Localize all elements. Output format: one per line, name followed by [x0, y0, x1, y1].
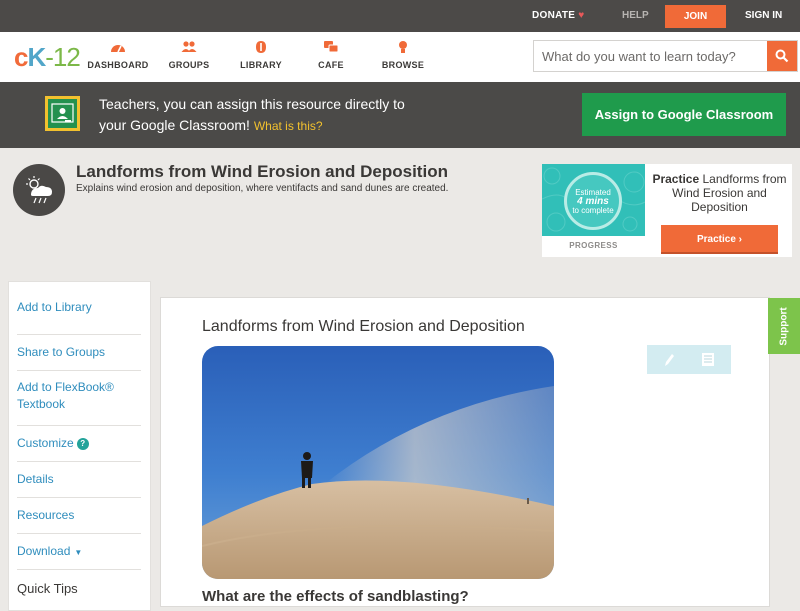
classroom-message: Teachers, you can assign this resource d… — [99, 96, 405, 133]
sidebar-item-add-to-flexbook[interactable]: Add to FlexBook® Textbook — [17, 371, 141, 426]
nav-cafe[interactable]: CAFE — [309, 40, 353, 70]
practice-button[interactable]: Practice › — [661, 225, 778, 254]
nav-browse[interactable]: BROWSE — [378, 40, 428, 70]
caret-down-icon: ▼ — [74, 548, 83, 557]
join-button[interactable]: JOIN — [665, 5, 726, 28]
library-icon — [256, 41, 266, 53]
ck12-logo[interactable]: cK-12 — [14, 40, 81, 74]
search-input[interactable] — [534, 41, 768, 71]
practice-description: Practice Landforms from Wind Erosion and… — [652, 172, 787, 214]
browse-icon — [399, 41, 407, 53]
sand-dune-image — [202, 346, 554, 579]
section-heading: What are the effects of sandblasting? — [202, 588, 469, 605]
lesson-content: Landforms from Wind Erosion and Depositi… — [160, 297, 770, 607]
top-bar: DONATE ♥ HELP JOIN SIGN IN — [0, 0, 800, 32]
google-classroom-banner: Teachers, you can assign this resource d… — [0, 82, 800, 148]
content-title: Landforms from Wind Erosion and Depositi… — [202, 318, 525, 335]
google-classroom-icon — [45, 96, 80, 131]
sidebar: Add to Library Share to Groups Add to Fl… — [8, 281, 151, 611]
estimated-time-badge: Estimated 4 mins to complete — [564, 172, 622, 230]
progress-label: PROGRESS — [569, 241, 618, 250]
sidebar-item-add-to-library[interactable]: Add to Library — [17, 299, 141, 335]
sidebar-item-resources[interactable]: Resources — [17, 498, 141, 534]
help-link[interactable]: HELP — [622, 10, 649, 21]
practice-card: Estimated 4 mins to complete PROGRESS Pr… — [542, 164, 792, 257]
sign-in-link[interactable]: SIGN IN — [745, 10, 782, 21]
search-box — [533, 40, 798, 72]
sidebar-item-details[interactable]: Details — [17, 462, 141, 498]
sidebar-item-customize[interactable]: Customize? — [17, 426, 141, 462]
what-is-this-link[interactable]: What is this? — [254, 119, 323, 133]
cafe-icon — [324, 41, 339, 53]
nav-library[interactable]: LIBRARY — [236, 40, 286, 70]
main-nav: cK-12 DASHBOARD GROUPS LIBRARY CAFE BROW… — [0, 32, 800, 82]
lesson-description: Explains wind erosion and deposition, wh… — [76, 183, 449, 194]
donate-link[interactable]: DONATE ♥ — [532, 10, 585, 21]
lesson-header: Landforms from Wind Erosion and Depositi… — [0, 148, 800, 268]
sidebar-item-share-to-groups[interactable]: Share to Groups — [17, 335, 141, 371]
search-icon — [775, 49, 789, 63]
dashboard-icon — [111, 45, 125, 53]
quick-tips[interactable]: Quick Tips — [17, 581, 78, 596]
sidebar-item-download[interactable]: Download ▼ — [17, 534, 141, 570]
weather-icon — [13, 164, 65, 216]
groups-icon — [181, 41, 197, 52]
content-tools — [647, 345, 731, 374]
lesson-title: Landforms from Wind Erosion and Depositi… — [76, 162, 448, 181]
pencil-icon[interactable] — [661, 352, 677, 368]
notes-icon[interactable] — [701, 352, 715, 367]
help-icon[interactable]: ? — [76, 437, 89, 450]
heart-icon: ♥ — [578, 10, 585, 21]
support-tab[interactable]: Support — [768, 298, 800, 354]
progress-panel: Estimated 4 mins to complete PROGRESS — [542, 164, 645, 257]
nav-dashboard[interactable]: DASHBOARD — [87, 40, 149, 70]
search-button[interactable] — [767, 41, 797, 71]
assign-google-classroom-button[interactable]: Assign to Google Classroom — [582, 93, 786, 136]
chevron-right-icon: › — [738, 234, 743, 245]
nav-groups[interactable]: GROUPS — [164, 40, 214, 70]
